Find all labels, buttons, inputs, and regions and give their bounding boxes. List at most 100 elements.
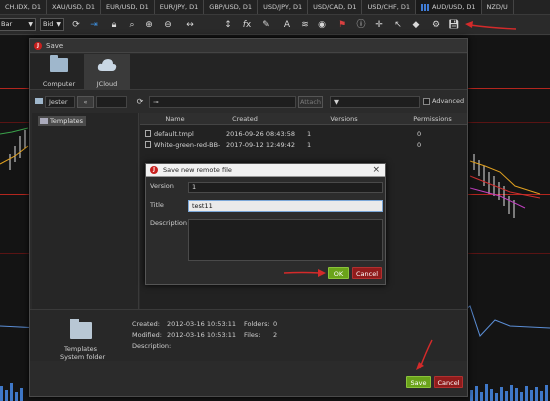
file-row[interactable]: default.tmpl 2016-09-26 08:43:58 1 0 xyxy=(140,129,467,139)
folder-icon xyxy=(40,118,48,124)
price-type-value: Bid xyxy=(43,20,54,28)
column-header[interactable]: Name xyxy=(140,113,210,125)
file-name: default.tmpl xyxy=(145,129,220,139)
folder-icon xyxy=(35,98,43,104)
file-versions: 1 xyxy=(307,141,312,149)
price-type-select[interactable]: Bid ▼ xyxy=(40,18,64,31)
arrow-right-icon[interactable]: ⇥ xyxy=(88,19,100,31)
file-created: 2016-09-26 08:43:58 xyxy=(226,130,296,138)
chevron-down-icon: ▼ xyxy=(56,21,61,28)
column-header[interactable]: Created xyxy=(210,113,280,125)
chart-tab[interactable]: USD/CHF, D1 xyxy=(362,0,416,14)
advanced-checkbox[interactable] xyxy=(423,98,430,105)
info-icon[interactable]: ⓘ xyxy=(355,19,367,31)
text-icon[interactable]: A xyxy=(281,19,293,31)
chart-tab-label: AUD/USD, D1 xyxy=(431,3,476,11)
user-path-field[interactable]: Jester xyxy=(45,96,75,108)
annotation-arrow xyxy=(283,269,326,277)
crosshair-icon[interactable]: ✛ xyxy=(373,19,385,31)
chart-tab[interactable]: NZD/U xyxy=(482,0,514,14)
file-icon xyxy=(145,141,151,148)
chart-tab[interactable]: EUR/USD, D1 xyxy=(101,0,155,14)
title-field[interactable]: test11 xyxy=(188,200,383,212)
lock-icon[interactable]: 🔒︎ xyxy=(108,19,120,31)
layers-icon[interactable]: ≋ xyxy=(299,19,311,31)
save-dialog-titlebar: J Save xyxy=(30,39,467,53)
alert-icon[interactable]: ⚑ xyxy=(336,19,348,31)
chart-tab-strip: CH.IDX, D1 XAU/USD, D1 EUR/USD, D1 EUR/J… xyxy=(0,0,550,15)
zoom-out-icon[interactable]: ⊖ xyxy=(162,19,174,31)
column-header[interactable]: Versions xyxy=(290,113,398,125)
files-value: 2 xyxy=(273,331,278,339)
folder-name: Templates xyxy=(64,345,98,353)
chart-tab[interactable]: GBP/USD, D1 xyxy=(204,0,259,14)
tree-item-label: Templates xyxy=(50,117,84,125)
location-label: JCloud xyxy=(96,80,118,88)
cloud-icon xyxy=(97,59,117,71)
chart-tab[interactable]: CH.IDX, D1 xyxy=(0,0,48,14)
fit-vertical-icon[interactable]: ↕ xyxy=(222,19,234,31)
modified-label: Modified: xyxy=(132,331,162,339)
attach-button[interactable]: Attach xyxy=(298,96,323,108)
chart-type-select[interactable]: Bar ▼ xyxy=(0,18,36,31)
description-label: Description xyxy=(150,219,188,227)
file-permissions: 0 xyxy=(417,141,422,149)
eye-icon[interactable]: ◉ xyxy=(316,19,328,31)
key-field[interactable]: ⊸ xyxy=(149,96,296,108)
cursor-icon[interactable]: ↖ xyxy=(392,19,404,31)
ok-button[interactable]: OK xyxy=(328,267,349,279)
tree-item-templates[interactable]: Templates xyxy=(38,116,87,126)
location-label: Computer xyxy=(42,80,76,88)
file-permissions: 0 xyxy=(417,130,422,138)
cancel-button[interactable]: Cancel xyxy=(434,376,463,388)
refresh-icon[interactable]: ⟳ xyxy=(134,96,146,108)
save-icon[interactable]: 💾︎ xyxy=(448,19,460,31)
refresh-icon[interactable]: ⟳ xyxy=(70,19,82,31)
folders-value: 0 xyxy=(273,320,278,328)
location-computer[interactable]: Computer xyxy=(36,54,82,90)
file-versions: 1 xyxy=(307,130,312,138)
chart-tab[interactable]: EUR/JPY, D1 xyxy=(155,0,205,14)
annotation-arrow xyxy=(465,21,517,30)
title-label: Title xyxy=(150,201,164,209)
path-field[interactable] xyxy=(96,96,127,108)
location-jcloud[interactable]: JCloud xyxy=(84,54,130,90)
filter-field[interactable]: ▼ xyxy=(330,96,420,108)
mini-chart-icon xyxy=(420,3,429,11)
paint-icon[interactable]: ◆ xyxy=(410,19,422,31)
folder-icon xyxy=(50,55,68,72)
chart-type-value: Bar xyxy=(1,20,13,28)
settings-icon[interactable]: ⚙ xyxy=(430,19,442,31)
pencil-icon[interactable]: ✎ xyxy=(260,19,272,31)
column-header[interactable]: Permissions xyxy=(398,113,467,125)
chart-tab[interactable]: USD/JPY, D1 xyxy=(258,0,309,14)
zoom-icon[interactable]: ⌕ xyxy=(126,19,138,31)
folder-info-panel: Templates System folder Created: 2012-03… xyxy=(30,309,467,361)
folders-label: Folders: xyxy=(244,320,270,328)
description-field[interactable] xyxy=(188,219,383,261)
app-logo-icon: J xyxy=(34,42,42,50)
chart-tab-active[interactable]: AUD/USD, D1 xyxy=(415,0,482,14)
cancel-button[interactable]: Cancel xyxy=(352,267,382,279)
zoom-in-icon[interactable]: ⊕ xyxy=(143,19,155,31)
fx-icon[interactable]: fx xyxy=(241,19,253,31)
screen: CH.IDX, D1 XAU/USD, D1 EUR/USD, D1 EUR/J… xyxy=(0,0,550,401)
save-dialog-title: Save xyxy=(46,42,64,50)
file-row[interactable]: White-green-red-BB- 2017-09-12 12:49:42 … xyxy=(140,140,467,150)
folder-tree: Templates xyxy=(32,113,139,309)
file-created: 2017-09-12 12:49:42 xyxy=(226,141,296,149)
modified-value: 2012-03-16 10:53:11 xyxy=(167,331,237,339)
fit-horizontal-icon[interactable]: ↔ xyxy=(184,19,196,31)
close-icon[interactable]: × xyxy=(372,164,380,177)
filter-icon: ▼ xyxy=(334,98,339,106)
path-bar: Jester « ⟳ ⊸ Attach ▼ Advanced xyxy=(30,95,467,109)
version-field[interactable]: 1 xyxy=(188,182,383,193)
file-name: White-green-red-BB- xyxy=(145,140,220,150)
location-tabs: Computer JCloud xyxy=(30,54,467,90)
back-button[interactable]: « xyxy=(77,96,94,108)
remote-file-dialog: J Save new remote file × Version 1 Title… xyxy=(145,163,386,285)
created-value: 2012-03-16 10:53:11 xyxy=(167,320,237,328)
save-button[interactable]: Save xyxy=(406,376,431,388)
chart-tab[interactable]: USD/CAD, D1 xyxy=(308,0,363,14)
chart-tab[interactable]: XAU/USD, D1 xyxy=(47,0,102,14)
